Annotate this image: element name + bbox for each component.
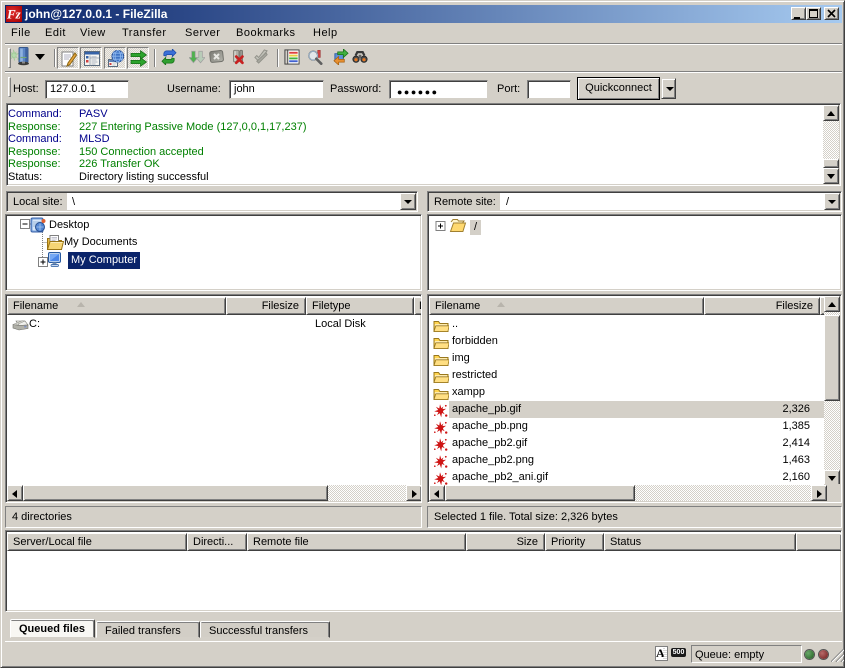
svg-text:Fz: Fz: [6, 7, 22, 22]
